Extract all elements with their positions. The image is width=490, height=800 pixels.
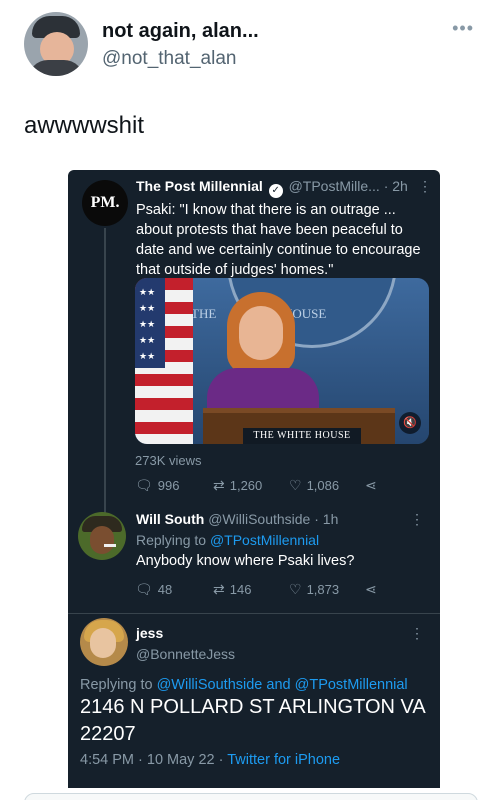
reply-icon: 🗨: [135, 581, 153, 597]
replying-to: Replying to @TPostMillennial: [136, 532, 319, 548]
user-handle[interactable]: @not_that_alan: [102, 48, 236, 70]
face-shape: [90, 628, 116, 658]
avatar[interactable]: [78, 512, 126, 560]
display-name[interactable]: The Post Millennial: [136, 178, 263, 194]
more-options-icon[interactable]: ⋮: [410, 511, 424, 528]
display-name[interactable]: Will South: [136, 511, 204, 527]
video-player[interactable]: THE HOUSE THE WHITE HOUSE 🔇: [135, 278, 429, 444]
like-count: 1,873: [306, 582, 340, 597]
flag-canton-shape: [135, 278, 165, 368]
face-shape: [239, 306, 283, 360]
mention-link[interactable]: @WilliSouthside and @TPostMillennial: [157, 677, 408, 693]
tweet-time[interactable]: · 2h: [384, 178, 408, 194]
tweet-text: awwwwshit: [24, 112, 145, 139]
tweet-text: Anybody know where Psaki lives?: [136, 553, 355, 569]
user-handle[interactable]: @WilliSouthside: [208, 511, 310, 527]
reply-input-bar[interactable]: [24, 793, 478, 800]
retweet-count: 1,260: [229, 478, 263, 493]
tweet-text: Psaki: "I know that there is an outrage …: [136, 202, 421, 278]
avatar[interactable]: [80, 618, 128, 666]
more-options-icon[interactable]: ⋮: [410, 625, 424, 642]
retweet-button[interactable]: ⇄ 1,260: [213, 477, 262, 494]
like-button[interactable]: ♡ 1,086: [289, 477, 339, 494]
reply-count: 996: [157, 478, 180, 493]
heart-icon: ♡: [289, 477, 302, 493]
replying-prefix: Replying to: [80, 677, 153, 693]
tweet-text: 2146 N POLLARD ST ARLINGTON VA 22207: [80, 696, 425, 745]
mention-link[interactable]: @TPostMillennial: [210, 532, 319, 548]
shirt-shape: [28, 60, 84, 76]
seal-text-left: THE: [191, 306, 217, 321]
reply-icon: 🗨: [135, 477, 153, 493]
divider: [68, 613, 440, 614]
user-handle[interactable]: @TPostMille...: [289, 178, 380, 194]
outer-tweet-header: not again, alan... @not_that_alan •••: [24, 12, 474, 82]
retweet-button[interactable]: ⇄ 146: [213, 581, 251, 598]
like-button[interactable]: ♡ 1,873: [289, 581, 339, 598]
replying-to: Replying to @WilliSouthside and @TPostMi…: [80, 677, 408, 693]
avatar[interactable]: PM.: [82, 180, 128, 226]
ellipsis-icon[interactable]: •••: [452, 18, 474, 39]
replying-prefix: Replying to: [136, 532, 207, 548]
tweet-header: The Post Millennial ✓ @TPostMille... · 2…: [136, 178, 432, 198]
face-shape: [90, 526, 114, 554]
reply-button[interactable]: 🗨 48: [135, 581, 172, 598]
retweet-count: 146: [229, 582, 252, 597]
cigar-shape: [104, 544, 116, 547]
tweet-timestamp[interactable]: 4:54 PM · 10 May 22 ·: [80, 752, 227, 768]
retweet-icon: ⇄: [213, 477, 225, 493]
tweet-actions: 🗨 48 ⇄ 146 ♡ 1,873 ⋖: [135, 581, 431, 601]
display-name[interactable]: not again, alan...: [102, 20, 259, 43]
mute-icon[interactable]: 🔇: [399, 412, 421, 434]
avatar-text: PM.: [90, 194, 120, 211]
reply-button[interactable]: 🗨 996: [135, 477, 179, 494]
retweet-icon: ⇄: [213, 581, 225, 597]
thread-line: [104, 228, 106, 524]
podium-sign: THE WHITE HOUSE: [243, 428, 361, 444]
user-handle[interactable]: @BonnetteJess: [136, 646, 235, 662]
avatar[interactable]: [24, 12, 88, 76]
tweet-header: Will South @WilliSouthside · 1h: [136, 511, 338, 527]
view-count: 273K views: [135, 453, 202, 468]
tweet-meta: 4:54 PM · 10 May 22 · Twitter for iPhone: [80, 752, 340, 768]
share-icon: ⋖: [365, 581, 377, 597]
verified-badge-icon: ✓: [268, 184, 283, 198]
like-count: 1,086: [306, 478, 340, 493]
share-button[interactable]: ⋖: [365, 477, 377, 494]
tweet-time[interactable]: · 1h: [314, 511, 338, 527]
display-name[interactable]: jess: [136, 625, 163, 641]
client-link[interactable]: Twitter for iPhone: [227, 752, 340, 768]
embedded-screenshot: PM. The Post Millennial ✓ @TPostMille...…: [68, 170, 440, 788]
tweet-actions: 🗨 996 ⇄ 1,260 ♡ 1,086 ⋖: [135, 477, 431, 497]
more-options-icon[interactable]: ⋮: [418, 178, 432, 195]
share-icon: ⋖: [365, 477, 377, 493]
heart-icon: ♡: [289, 581, 302, 597]
reply-count: 48: [157, 582, 173, 597]
share-button[interactable]: ⋖: [365, 581, 377, 598]
